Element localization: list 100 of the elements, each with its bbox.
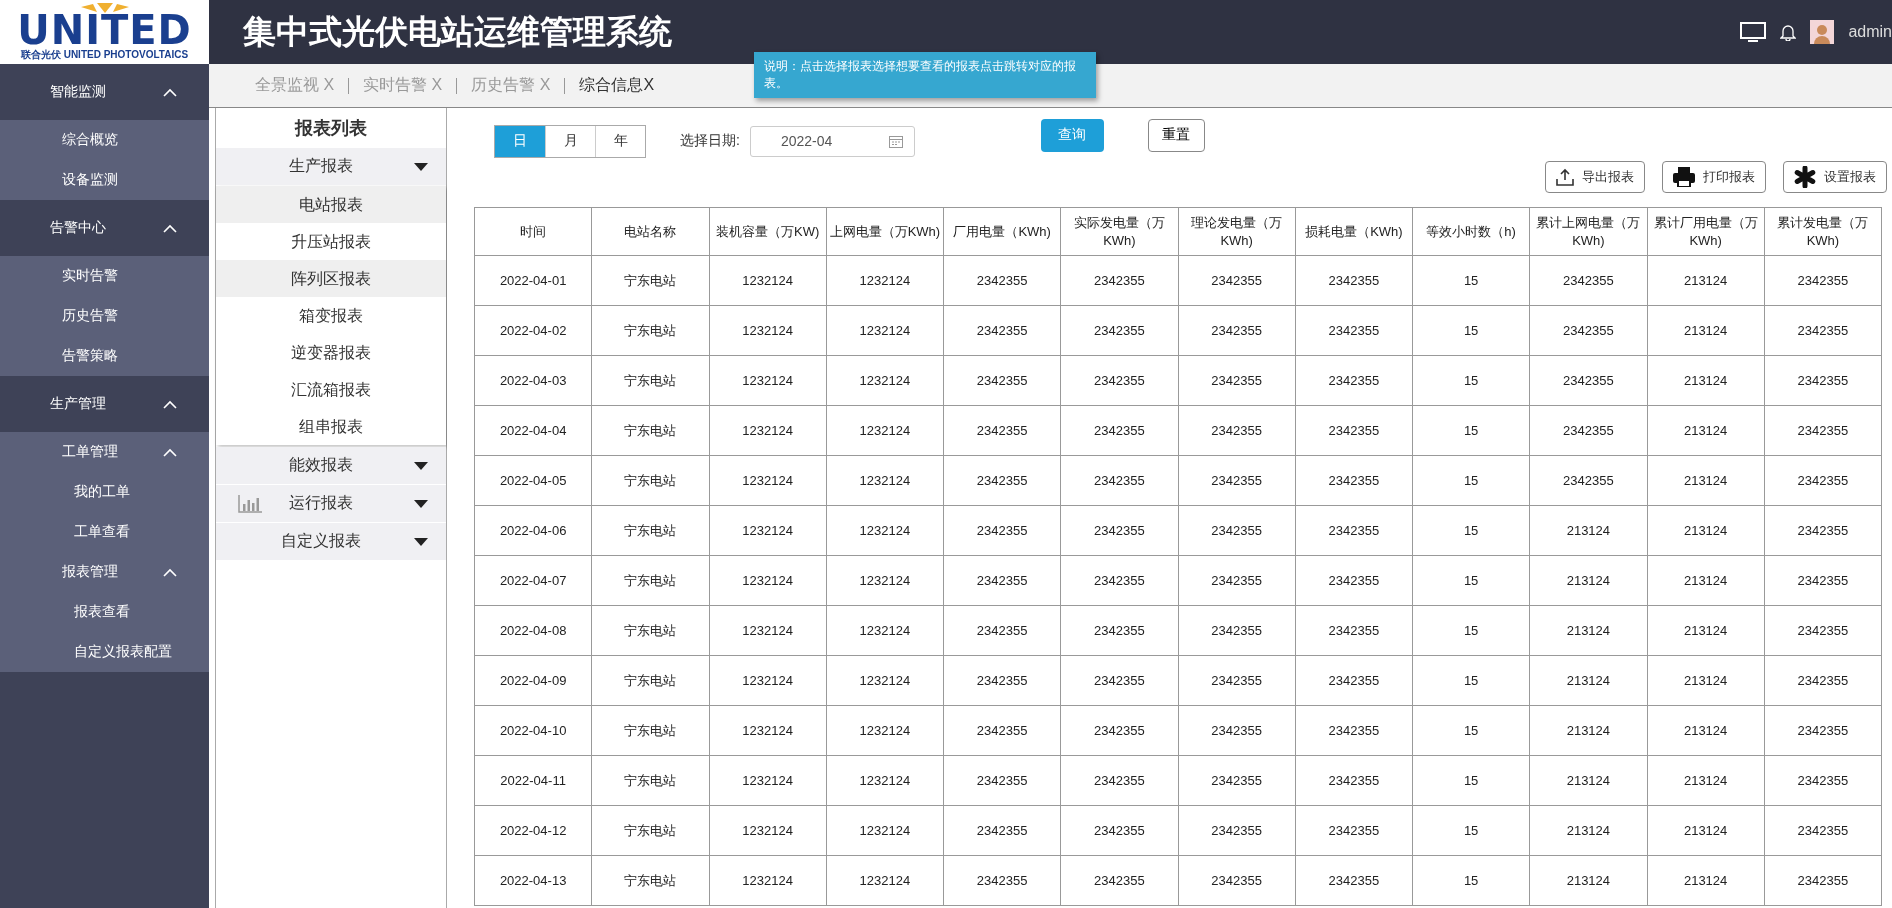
table-cell: 1232124 bbox=[709, 705, 827, 756]
report-category[interactable]: 生产报表 bbox=[216, 148, 446, 185]
table-cell: 宁东电站 bbox=[591, 505, 709, 556]
table-cell: 2342355 bbox=[1178, 655, 1296, 706]
table-cell: 2342355 bbox=[1529, 255, 1647, 306]
date-field[interactable]: 2022-04 bbox=[749, 125, 915, 157]
report-item[interactable]: 升压站报表 bbox=[216, 223, 446, 260]
user-name[interactable]: admin bbox=[1848, 23, 1892, 41]
column-header: 等效小时数（h) bbox=[1412, 207, 1530, 256]
chevron-up-icon[interactable] bbox=[163, 399, 177, 409]
report-item[interactable]: 电站报表 bbox=[216, 186, 446, 223]
table-cell: 2342355 bbox=[1764, 805, 1882, 856]
table-cell: 2342355 bbox=[1764, 855, 1882, 906]
table-cell: 213124 bbox=[1647, 855, 1765, 906]
table-cell: 2342355 bbox=[1060, 305, 1178, 356]
avatar-icon[interactable] bbox=[1810, 20, 1835, 44]
nav-item[interactable]: 工单查看 bbox=[0, 512, 209, 552]
table-cell: 213124 bbox=[1647, 255, 1765, 306]
calendar-icon[interactable] bbox=[888, 134, 903, 148]
table-cell: 15 bbox=[1412, 505, 1530, 556]
table-cell: 1232124 bbox=[709, 305, 827, 356]
table-cell: 2022-04-06 bbox=[474, 505, 592, 556]
reset-button[interactable]: 重置 bbox=[1147, 118, 1205, 152]
action-button[interactable]: 打印报表 bbox=[1662, 161, 1766, 193]
table-cell: 2342355 bbox=[1529, 455, 1647, 506]
nav-item[interactable]: 报表管理 bbox=[0, 552, 209, 592]
report-category[interactable]: 能效报表 bbox=[216, 447, 446, 484]
table-cell: 宁东电站 bbox=[591, 555, 709, 606]
chevron-up-icon[interactable] bbox=[163, 447, 177, 457]
caret-down-icon[interactable] bbox=[414, 500, 428, 508]
report-item[interactable]: 箱变报表 bbox=[216, 297, 446, 334]
table-cell: 宁东电站 bbox=[591, 305, 709, 356]
table-cell: 1232124 bbox=[826, 455, 944, 506]
table-cell: 宁东电站 bbox=[591, 705, 709, 756]
table-cell: 2342355 bbox=[943, 755, 1061, 806]
nav-item[interactable]: 工单管理 bbox=[0, 432, 209, 472]
table-cell: 1232124 bbox=[826, 255, 944, 306]
table-cell: 2342355 bbox=[1178, 855, 1296, 906]
table-cell: 1232124 bbox=[826, 705, 944, 756]
table-cell: 宁东电站 bbox=[591, 605, 709, 656]
nav-item[interactable]: 历史告警 bbox=[0, 296, 209, 336]
chevron-up-icon[interactable] bbox=[163, 567, 177, 577]
table-cell: 宁东电站 bbox=[591, 655, 709, 706]
nav-item[interactable]: 报表查看 bbox=[0, 592, 209, 632]
report-item[interactable]: 组串报表 bbox=[216, 408, 446, 445]
report-category[interactable]: 自定义报表 bbox=[216, 523, 446, 560]
report-category[interactable]: 运行报表 bbox=[216, 485, 446, 522]
report-item[interactable]: 逆变器报表 bbox=[216, 334, 446, 371]
column-header: 累计发电量（万KWh) bbox=[1764, 207, 1882, 256]
table-cell: 2342355 bbox=[1295, 555, 1413, 606]
table-cell: 2342355 bbox=[1060, 605, 1178, 656]
table-cell: 1232124 bbox=[709, 605, 827, 656]
tab[interactable]: 综合信息X bbox=[565, 75, 669, 96]
bell-icon[interactable] bbox=[1780, 23, 1797, 41]
table-cell: 2342355 bbox=[943, 555, 1061, 606]
nav-item[interactable]: 实时告警 bbox=[0, 256, 209, 296]
table-cell: 2342355 bbox=[943, 405, 1061, 456]
table-cell: 2342355 bbox=[943, 705, 1061, 756]
caret-down-icon[interactable] bbox=[414, 462, 428, 470]
nav-item[interactable]: 自定义报表配置 bbox=[0, 632, 209, 672]
caret-down-icon[interactable] bbox=[414, 163, 428, 171]
report-item[interactable]: 汇流箱报表 bbox=[216, 371, 446, 408]
action-button[interactable]: 导出报表 bbox=[1545, 161, 1645, 193]
table-cell: 2342355 bbox=[1529, 355, 1647, 406]
action-button[interactable]: 设置报表 bbox=[1783, 161, 1887, 193]
chevron-up-icon[interactable] bbox=[163, 223, 177, 233]
table-cell: 2342355 bbox=[1060, 555, 1178, 606]
table-cell: 213124 bbox=[1529, 755, 1647, 806]
table-cell: 2342355 bbox=[1764, 255, 1882, 306]
table-cell: 2342355 bbox=[1178, 255, 1296, 306]
table-cell: 2342355 bbox=[943, 805, 1061, 856]
nav-item[interactable]: 我的工单 bbox=[0, 472, 209, 512]
column-header: 厂用电量（KWh) bbox=[943, 207, 1061, 256]
date-label: 选择日期: bbox=[680, 132, 740, 150]
column-header: 理论发电量（万KWh) bbox=[1178, 207, 1296, 256]
table-cell: 2342355 bbox=[943, 305, 1061, 356]
nav-item[interactable]: 告警策略 bbox=[0, 336, 209, 376]
table-cell: 213124 bbox=[1647, 655, 1765, 706]
table-cell: 1232124 bbox=[826, 805, 944, 856]
report-item[interactable]: 阵列区报表 bbox=[216, 260, 446, 297]
table-cell: 2342355 bbox=[943, 455, 1061, 506]
column-header: 电站名称 bbox=[591, 207, 709, 256]
table-cell: 2022-04-12 bbox=[474, 805, 592, 856]
table-cell: 213124 bbox=[1529, 705, 1647, 756]
table-cell: 2342355 bbox=[1764, 355, 1882, 406]
table-cell: 15 bbox=[1412, 255, 1530, 306]
monitor-icon[interactable] bbox=[1740, 21, 1767, 43]
chevron-up-icon[interactable] bbox=[163, 87, 177, 97]
table-cell: 213124 bbox=[1529, 605, 1647, 656]
table-cell: 15 bbox=[1412, 855, 1530, 906]
table-cell: 2342355 bbox=[1295, 355, 1413, 406]
table-cell: 2342355 bbox=[1295, 705, 1413, 756]
table-cell: 213124 bbox=[1647, 805, 1765, 856]
logo-text: UNITED bbox=[17, 12, 192, 47]
table-cell: 1232124 bbox=[709, 255, 827, 306]
caret-down-icon[interactable] bbox=[414, 538, 428, 546]
table-cell: 15 bbox=[1412, 405, 1530, 456]
table-cell: 1232124 bbox=[826, 655, 944, 706]
nav-item[interactable]: 设备监测 bbox=[0, 160, 209, 200]
nav-item[interactable]: 综合概览 bbox=[0, 120, 209, 160]
